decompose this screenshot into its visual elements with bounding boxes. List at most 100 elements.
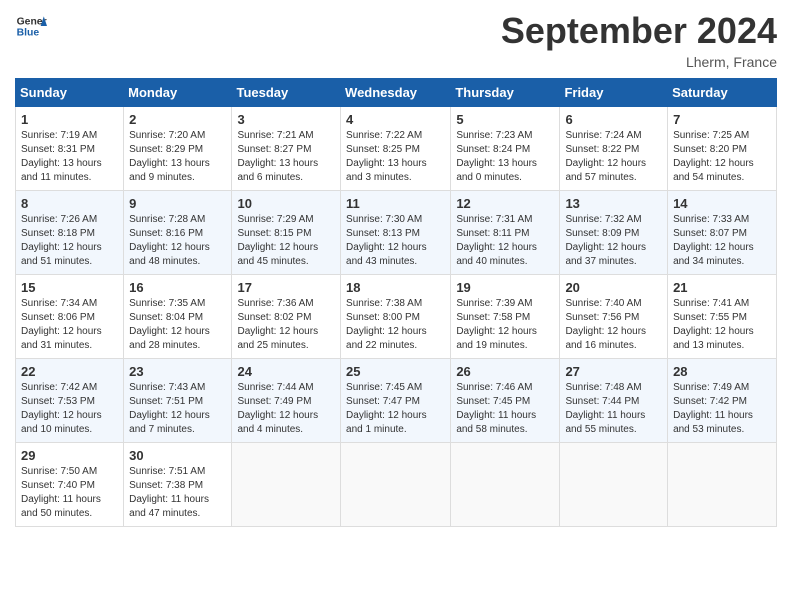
day-number: 4 bbox=[346, 112, 445, 127]
calendar-cell: 21 Sunrise: 7:41 AMSunset: 7:55 PMDaylig… bbox=[668, 275, 777, 359]
day-info: Sunrise: 7:26 AMSunset: 8:18 PMDaylight:… bbox=[21, 213, 118, 269]
day-info: Sunrise: 7:35 AMSunset: 8:04 PMDaylight:… bbox=[129, 297, 226, 353]
calendar-cell: 14 Sunrise: 7:33 AMSunset: 8:07 PMDaylig… bbox=[668, 191, 777, 275]
day-info: Sunrise: 7:45 AMSunset: 7:47 PMDaylight:… bbox=[346, 381, 445, 437]
day-number: 17 bbox=[237, 280, 335, 295]
calendar-cell: 4 Sunrise: 7:22 AMSunset: 8:25 PMDayligh… bbox=[341, 107, 451, 191]
day-number: 8 bbox=[21, 196, 118, 211]
calendar-cell: 17 Sunrise: 7:36 AMSunset: 8:02 PMDaylig… bbox=[232, 275, 341, 359]
day-info: Sunrise: 7:20 AMSunset: 8:29 PMDaylight:… bbox=[129, 129, 226, 185]
calendar-cell: 10 Sunrise: 7:29 AMSunset: 8:15 PMDaylig… bbox=[232, 191, 341, 275]
calendar-cell: 6 Sunrise: 7:24 AMSunset: 8:22 PMDayligh… bbox=[560, 107, 668, 191]
day-number: 30 bbox=[129, 448, 226, 463]
calendar-cell: 27 Sunrise: 7:48 AMSunset: 7:44 PMDaylig… bbox=[560, 359, 668, 443]
week-row-5: 29 Sunrise: 7:50 AMSunset: 7:40 PMDaylig… bbox=[16, 443, 777, 527]
day-info: Sunrise: 7:43 AMSunset: 7:51 PMDaylight:… bbox=[129, 381, 226, 437]
calendar-cell bbox=[232, 443, 341, 527]
day-info: Sunrise: 7:19 AMSunset: 8:31 PMDaylight:… bbox=[21, 129, 118, 185]
calendar-cell: 8 Sunrise: 7:26 AMSunset: 8:18 PMDayligh… bbox=[16, 191, 124, 275]
calendar-cell bbox=[341, 443, 451, 527]
day-info: Sunrise: 7:31 AMSunset: 8:11 PMDaylight:… bbox=[456, 213, 554, 269]
day-info: Sunrise: 7:23 AMSunset: 8:24 PMDaylight:… bbox=[456, 129, 554, 185]
calendar-cell: 12 Sunrise: 7:31 AMSunset: 8:11 PMDaylig… bbox=[451, 191, 560, 275]
day-number: 11 bbox=[346, 196, 445, 211]
day-number: 10 bbox=[237, 196, 335, 211]
day-info: Sunrise: 7:36 AMSunset: 8:02 PMDaylight:… bbox=[237, 297, 335, 353]
day-number: 13 bbox=[565, 196, 662, 211]
day-info: Sunrise: 7:41 AMSunset: 7:55 PMDaylight:… bbox=[673, 297, 771, 353]
day-number: 7 bbox=[673, 112, 771, 127]
calendar-cell bbox=[668, 443, 777, 527]
day-number: 15 bbox=[21, 280, 118, 295]
day-number: 14 bbox=[673, 196, 771, 211]
calendar-cell: 16 Sunrise: 7:35 AMSunset: 8:04 PMDaylig… bbox=[124, 275, 232, 359]
day-header-friday: Friday bbox=[560, 79, 668, 107]
day-number: 29 bbox=[21, 448, 118, 463]
day-number: 21 bbox=[673, 280, 771, 295]
calendar-cell: 28 Sunrise: 7:49 AMSunset: 7:42 PMDaylig… bbox=[668, 359, 777, 443]
day-info: Sunrise: 7:42 AMSunset: 7:53 PMDaylight:… bbox=[21, 381, 118, 437]
day-header-sunday: Sunday bbox=[16, 79, 124, 107]
day-info: Sunrise: 7:22 AMSunset: 8:25 PMDaylight:… bbox=[346, 129, 445, 185]
day-info: Sunrise: 7:21 AMSunset: 8:27 PMDaylight:… bbox=[237, 129, 335, 185]
calendar-cell: 7 Sunrise: 7:25 AMSunset: 8:20 PMDayligh… bbox=[668, 107, 777, 191]
title-block: September 2024 Lherm, France bbox=[501, 10, 777, 70]
day-info: Sunrise: 7:44 AMSunset: 7:49 PMDaylight:… bbox=[237, 381, 335, 437]
day-info: Sunrise: 7:38 AMSunset: 8:00 PMDaylight:… bbox=[346, 297, 445, 353]
day-number: 26 bbox=[456, 364, 554, 379]
day-header-thursday: Thursday bbox=[451, 79, 560, 107]
logo: General Blue bbox=[15, 10, 47, 42]
day-number: 19 bbox=[456, 280, 554, 295]
calendar-cell: 20 Sunrise: 7:40 AMSunset: 7:56 PMDaylig… bbox=[560, 275, 668, 359]
day-info: Sunrise: 7:24 AMSunset: 8:22 PMDaylight:… bbox=[565, 129, 662, 185]
day-info: Sunrise: 7:28 AMSunset: 8:16 PMDaylight:… bbox=[129, 213, 226, 269]
svg-text:Blue: Blue bbox=[17, 28, 40, 39]
day-number: 24 bbox=[237, 364, 335, 379]
day-number: 5 bbox=[456, 112, 554, 127]
calendar-cell: 13 Sunrise: 7:32 AMSunset: 8:09 PMDaylig… bbox=[560, 191, 668, 275]
calendar-table: SundayMondayTuesdayWednesdayThursdayFrid… bbox=[15, 78, 777, 527]
calendar-cell: 1 Sunrise: 7:19 AMSunset: 8:31 PMDayligh… bbox=[16, 107, 124, 191]
day-number: 12 bbox=[456, 196, 554, 211]
day-header-tuesday: Tuesday bbox=[232, 79, 341, 107]
day-info: Sunrise: 7:25 AMSunset: 8:20 PMDaylight:… bbox=[673, 129, 771, 185]
day-header-saturday: Saturday bbox=[668, 79, 777, 107]
location: Lherm, France bbox=[501, 54, 777, 70]
day-info: Sunrise: 7:46 AMSunset: 7:45 PMDaylight:… bbox=[456, 381, 554, 437]
day-info: Sunrise: 7:34 AMSunset: 8:06 PMDaylight:… bbox=[21, 297, 118, 353]
week-row-2: 8 Sunrise: 7:26 AMSunset: 8:18 PMDayligh… bbox=[16, 191, 777, 275]
day-number: 20 bbox=[565, 280, 662, 295]
calendar-cell: 18 Sunrise: 7:38 AMSunset: 8:00 PMDaylig… bbox=[341, 275, 451, 359]
day-number: 27 bbox=[565, 364, 662, 379]
day-number: 25 bbox=[346, 364, 445, 379]
day-number: 1 bbox=[21, 112, 118, 127]
calendar-cell: 3 Sunrise: 7:21 AMSunset: 8:27 PMDayligh… bbox=[232, 107, 341, 191]
calendar-cell: 2 Sunrise: 7:20 AMSunset: 8:29 PMDayligh… bbox=[124, 107, 232, 191]
calendar-cell: 5 Sunrise: 7:23 AMSunset: 8:24 PMDayligh… bbox=[451, 107, 560, 191]
calendar-cell: 23 Sunrise: 7:43 AMSunset: 7:51 PMDaylig… bbox=[124, 359, 232, 443]
day-number: 18 bbox=[346, 280, 445, 295]
calendar-cell: 25 Sunrise: 7:45 AMSunset: 7:47 PMDaylig… bbox=[341, 359, 451, 443]
calendar-cell bbox=[560, 443, 668, 527]
day-number: 23 bbox=[129, 364, 226, 379]
day-info: Sunrise: 7:51 AMSunset: 7:38 PMDaylight:… bbox=[129, 465, 226, 521]
day-info: Sunrise: 7:32 AMSunset: 8:09 PMDaylight:… bbox=[565, 213, 662, 269]
day-info: Sunrise: 7:30 AMSunset: 8:13 PMDaylight:… bbox=[346, 213, 445, 269]
day-info: Sunrise: 7:50 AMSunset: 7:40 PMDaylight:… bbox=[21, 465, 118, 521]
day-header-monday: Monday bbox=[124, 79, 232, 107]
week-row-4: 22 Sunrise: 7:42 AMSunset: 7:53 PMDaylig… bbox=[16, 359, 777, 443]
calendar-cell: 11 Sunrise: 7:30 AMSunset: 8:13 PMDaylig… bbox=[341, 191, 451, 275]
calendar-cell: 22 Sunrise: 7:42 AMSunset: 7:53 PMDaylig… bbox=[16, 359, 124, 443]
day-number: 6 bbox=[565, 112, 662, 127]
day-number: 16 bbox=[129, 280, 226, 295]
day-header-wednesday: Wednesday bbox=[341, 79, 451, 107]
logo-icon: General Blue bbox=[15, 10, 47, 42]
calendar-cell: 26 Sunrise: 7:46 AMSunset: 7:45 PMDaylig… bbox=[451, 359, 560, 443]
day-info: Sunrise: 7:29 AMSunset: 8:15 PMDaylight:… bbox=[237, 213, 335, 269]
day-number: 22 bbox=[21, 364, 118, 379]
calendar-cell: 24 Sunrise: 7:44 AMSunset: 7:49 PMDaylig… bbox=[232, 359, 341, 443]
day-info: Sunrise: 7:40 AMSunset: 7:56 PMDaylight:… bbox=[565, 297, 662, 353]
week-row-3: 15 Sunrise: 7:34 AMSunset: 8:06 PMDaylig… bbox=[16, 275, 777, 359]
day-number: 9 bbox=[129, 196, 226, 211]
day-number: 2 bbox=[129, 112, 226, 127]
